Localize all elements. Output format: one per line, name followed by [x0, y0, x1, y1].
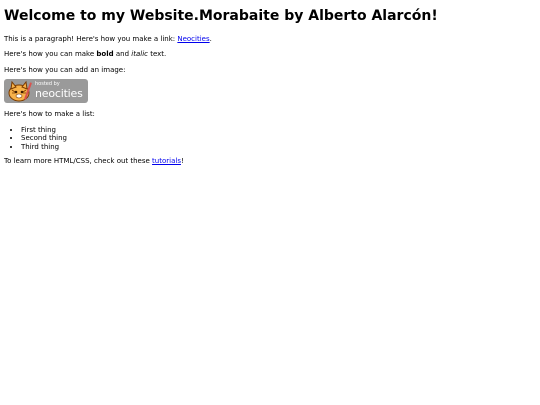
tutorials-text-end: ! — [180, 156, 184, 165]
intro-text-end: . — [209, 34, 212, 43]
neocities-cat-icon — [8, 80, 32, 102]
bold-text: bold — [96, 50, 114, 59]
page-title: Welcome to my Website.Morabaite by Alber… — [4, 8, 438, 24]
intro-text: This is a paragraph! Here's how you make… — [4, 34, 178, 43]
image-paragraph: Here's how you can add an image: — [4, 65, 126, 74]
formatting-text-end: text. — [147, 50, 167, 59]
formatting-text-middle: and — [113, 50, 132, 59]
italic-text: italic — [131, 50, 148, 59]
list-item: Third thing — [21, 143, 536, 151]
example-list: First thing Second thing Third thing — [4, 126, 536, 151]
formatting-paragraph: Here's how you can make bold and italic … — [4, 50, 536, 58]
formatting-text: Here's how you can make — [4, 50, 97, 59]
list-intro: Here's how to make a list: — [4, 110, 95, 119]
tutorials-paragraph: To learn more HTML/CSS, check out these … — [4, 157, 536, 165]
neocities-link[interactable]: Neocities — [177, 35, 209, 43]
list-item: Second thing — [21, 134, 536, 142]
hosted-by-neocities-badge: hosted by neocities — [4, 78, 88, 103]
tutorials-link[interactable]: tutorials — [152, 157, 181, 165]
badge-brand-label: neocities — [35, 86, 83, 100]
list-item: First thing — [21, 126, 536, 134]
intro-paragraph: This is a paragraph! Here's how you make… — [4, 35, 536, 43]
tutorials-text: To learn more HTML/CSS, check out these — [4, 156, 153, 165]
